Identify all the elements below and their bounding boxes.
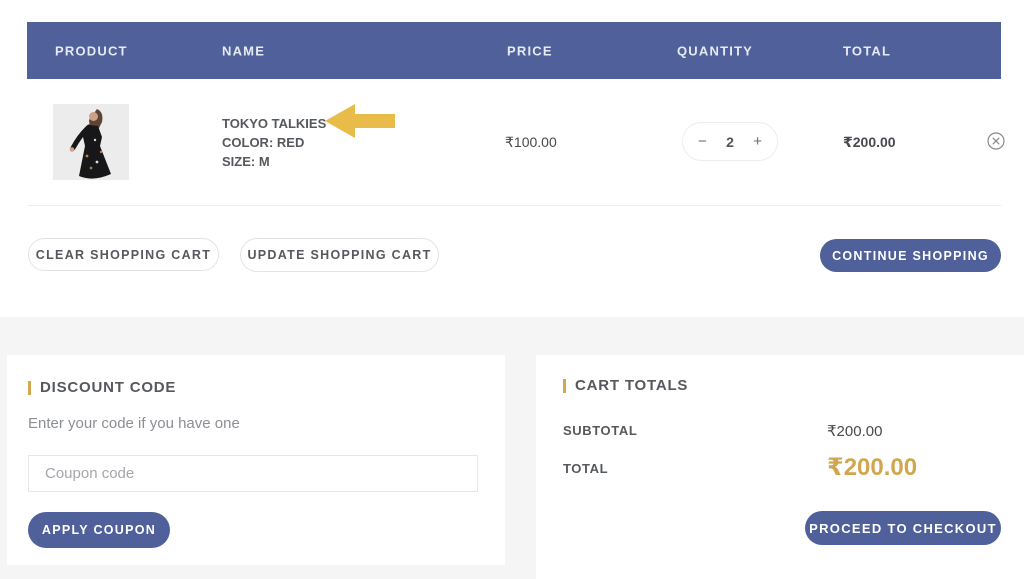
continue-shopping-button[interactable]: CONTINUE SHOPPING (820, 239, 1001, 272)
item-price: ₹100.00 (505, 134, 557, 151)
product-details: TOKYO TALKIES COLOR: RED SIZE: M (222, 114, 326, 171)
discount-code-title-text: DISCOUNT CODE (40, 379, 176, 396)
total-label: TOTAL (563, 461, 608, 476)
item-total: ₹200.00 (843, 134, 896, 151)
quantity-stepper[interactable]: − 2 + (682, 122, 778, 161)
discount-code-subtitle: Enter your code if you have one (28, 415, 240, 432)
column-header-price: PRICE (507, 43, 553, 58)
cart-table-header: PRODUCT NAME PRICE QUANTITY TOTAL (27, 22, 1001, 79)
column-header-product: PRODUCT (55, 43, 128, 58)
product-size: SIZE: M (222, 152, 326, 171)
gold-accent-bar (28, 381, 31, 395)
product-name[interactable]: TOKYO TALKIES (222, 114, 326, 133)
apply-coupon-button[interactable]: APPLY COUPON (28, 512, 170, 548)
annotation-arrow-icon (325, 104, 395, 138)
remove-item-button[interactable] (987, 132, 1005, 150)
column-header-name: NAME (222, 43, 265, 58)
subtotal-label: SUBTOTAL (563, 423, 637, 438)
discount-code-title: DISCOUNT CODE (28, 379, 176, 396)
quantity-increase-button[interactable]: + (753, 134, 762, 149)
divider (27, 205, 1001, 206)
column-header-total: TOTAL (843, 43, 891, 58)
proceed-to-checkout-button[interactable]: PROCEED TO CHECKOUT (805, 511, 1001, 545)
product-image[interactable] (53, 104, 129, 180)
quantity-value[interactable]: 2 (726, 134, 734, 150)
cart-totals-panel: CART TOTALS SUBTOTAL ₹200.00 TOTAL ₹200.… (536, 355, 1024, 579)
quantity-decrease-button[interactable]: − (698, 134, 707, 149)
update-cart-button[interactable]: UPDATE SHOPPING CART (240, 238, 439, 272)
circled-x-icon (987, 132, 1005, 150)
dress-photo-thumbnail (53, 104, 129, 180)
discount-code-panel: DISCOUNT CODE Enter your code if you hav… (7, 355, 505, 565)
coupon-code-input[interactable] (28, 455, 478, 492)
cart-totals-title: CART TOTALS (563, 377, 688, 394)
total-value: ₹200.00 (827, 453, 917, 482)
subtotal-value: ₹200.00 (827, 422, 882, 440)
column-header-quantity: QUANTITY (677, 43, 753, 58)
cart-totals-title-text: CART TOTALS (575, 377, 688, 394)
product-color: COLOR: RED (222, 133, 326, 152)
clear-cart-button[interactable]: CLEAR SHOPPING CART (28, 238, 219, 271)
gold-accent-bar (563, 379, 566, 393)
shopping-cart-page: PRODUCT NAME PRICE QUANTITY TOTAL TOKYO (0, 0, 1024, 579)
